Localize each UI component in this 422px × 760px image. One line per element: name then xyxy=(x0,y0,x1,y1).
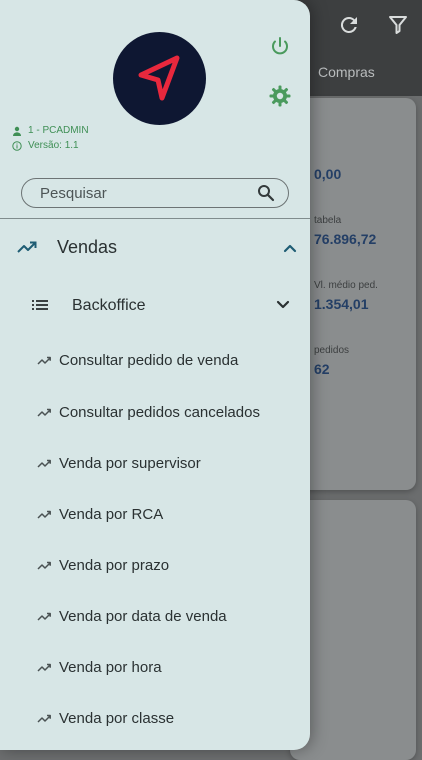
menu-item-venda-rca[interactable]: Venda por RCA xyxy=(0,498,310,534)
power-icon[interactable] xyxy=(268,35,292,59)
version-label: Versão: 1.1 xyxy=(28,140,79,151)
trending-up-icon xyxy=(37,356,51,365)
search-icon[interactable] xyxy=(257,184,275,202)
menu-item-label: Venda por supervisor xyxy=(59,455,201,472)
menu-item-label: Consultar pedidos cancelados xyxy=(59,404,260,421)
trending-up-icon xyxy=(37,663,51,672)
list-icon xyxy=(32,300,48,310)
menu-subsection-backoffice[interactable]: Backoffice xyxy=(0,286,310,326)
menu-item-consultar-pedido[interactable]: Consultar pedido de venda xyxy=(0,344,310,380)
menu-item-venda-data[interactable]: Venda por data de venda xyxy=(0,600,310,636)
card-value: 0,00 xyxy=(314,166,342,182)
app-logo xyxy=(113,32,206,125)
menu-item-label: Venda por prazo xyxy=(59,557,170,574)
card-label: Vl. médio ped. xyxy=(314,280,378,291)
menu-section-vendas[interactable]: Vendas xyxy=(0,226,310,270)
chevron-up-icon[interactable] xyxy=(282,240,298,256)
menu-item-label: Venda por hora xyxy=(59,659,162,676)
menu-item-venda-supervisor[interactable]: Venda por supervisor xyxy=(0,447,310,483)
filter-icon[interactable] xyxy=(386,13,410,37)
section-label: Vendas xyxy=(57,237,118,257)
menu-item-label: Venda por RCA xyxy=(59,506,164,523)
trending-up-icon xyxy=(37,408,51,417)
card-value: 1.354,01 xyxy=(314,296,369,312)
trending-up-icon xyxy=(37,459,51,468)
navigation-drawer: 1 - PCADMIN Versão: 1.1 Vendas xyxy=(0,0,310,750)
divider xyxy=(0,218,310,219)
version-info: Versão: 1.1 xyxy=(12,140,79,151)
navigation-arrow-icon xyxy=(138,55,180,101)
chevron-down-icon[interactable] xyxy=(275,297,291,313)
menu-item-label: Venda por classe xyxy=(59,710,175,727)
trending-up-icon xyxy=(37,510,51,519)
gear-icon[interactable] xyxy=(268,84,292,108)
refresh-icon[interactable] xyxy=(337,13,361,37)
card-value: 62 xyxy=(314,361,330,377)
menu-item-label: Venda por data de venda xyxy=(59,608,227,625)
menu-item-venda-hora[interactable]: Venda por hora xyxy=(0,651,310,687)
menu-item-pedidos-cancelados[interactable]: Consultar pedidos cancelados xyxy=(0,396,310,432)
card-label: pedidos xyxy=(314,345,350,356)
search-box xyxy=(21,178,289,208)
card-label: tabela xyxy=(314,215,342,226)
person-icon xyxy=(13,126,21,136)
menu-item-venda-prazo[interactable]: Venda por prazo xyxy=(0,549,310,585)
search-input[interactable] xyxy=(40,179,240,207)
trending-up-icon xyxy=(37,714,51,723)
menu-item-venda-classe[interactable]: Venda por classe xyxy=(0,702,310,738)
menu-item-label: Consultar pedido de venda xyxy=(59,352,239,369)
trending-up-icon xyxy=(37,612,51,621)
subsection-label: Backoffice xyxy=(72,297,146,314)
user-label: 1 - PCADMIN xyxy=(28,125,89,136)
user-info: 1 - PCADMIN xyxy=(12,125,89,136)
tab-compras[interactable]: Compras xyxy=(318,64,375,80)
info-icon xyxy=(12,140,22,151)
trending-up-icon xyxy=(37,561,51,570)
trending-up-icon xyxy=(17,241,37,253)
card-value: 76.896,72 xyxy=(314,231,377,247)
